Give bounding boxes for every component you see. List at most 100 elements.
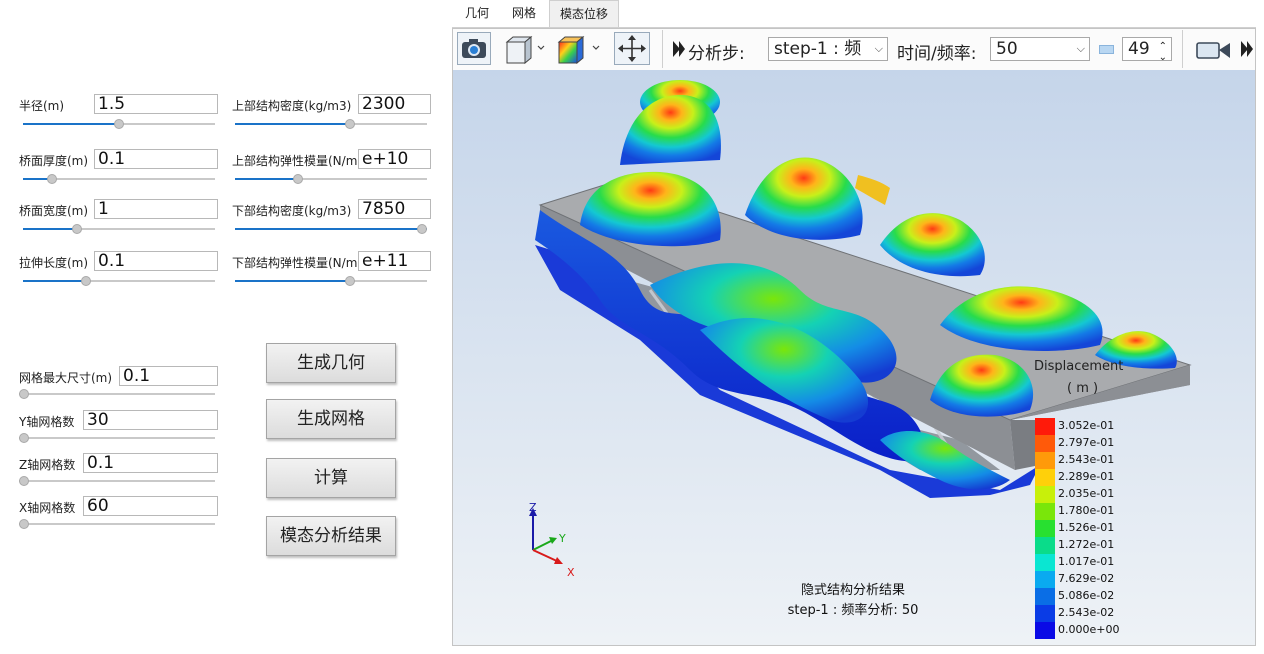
cube-view-icon[interactable] — [503, 34, 547, 65]
color-map-icon[interactable] — [556, 34, 602, 65]
param-label: 拉伸长度(m) — [19, 256, 89, 270]
param-slider[interactable] — [235, 275, 427, 287]
legend-value: 2.035e-01 — [1058, 487, 1115, 500]
param-input[interactable]: 0.1 — [119, 366, 218, 386]
time-frequency-select[interactable]: 50 ⌵ — [990, 37, 1090, 61]
legend-value: 1.780e-01 — [1058, 504, 1115, 517]
step-select[interactable]: step-1 : 频 ⌵ — [768, 37, 888, 61]
param-input[interactable]: 0.1 — [83, 453, 218, 473]
frame-spinbox[interactable]: 49 ⌃ ⌄ — [1122, 37, 1172, 61]
legend-swatch — [1035, 605, 1055, 622]
3d-viewport[interactable]: Z Y X 隐式结构分析结果 step-1 : 频率分析: 50 — [453, 70, 1255, 645]
slider-thumb[interactable] — [417, 224, 427, 234]
legend-swatch — [1035, 571, 1055, 588]
generate-mesh-button[interactable]: 生成网格 — [266, 399, 396, 439]
legend-value: 5.086e-02 — [1058, 589, 1115, 602]
slider-fill — [235, 178, 299, 180]
slider-track — [19, 480, 215, 482]
param-slider[interactable] — [23, 223, 215, 235]
legend-value: 2.797e-01 — [1058, 436, 1115, 449]
param-input[interactable]: 60 — [83, 496, 218, 516]
time-frequency-value: 50 — [996, 39, 1018, 59]
axis-x-label: X — [567, 566, 575, 579]
param-input[interactable]: 1 — [94, 199, 218, 219]
param-slider[interactable] — [23, 118, 215, 130]
param-label: X轴网格数 — [19, 501, 76, 515]
time-frequency-label: 时间/频率: — [897, 44, 977, 64]
frame-slider-handle[interactable] — [1099, 45, 1114, 54]
tab-mesh[interactable]: 网格 — [503, 0, 545, 27]
legend-swatch — [1035, 537, 1055, 554]
video-camera-icon[interactable] — [1196, 39, 1232, 61]
generate-geometry-button[interactable]: 生成几何 — [266, 343, 396, 383]
legend-swatch — [1035, 469, 1055, 486]
slider-track — [19, 437, 215, 439]
slider-thumb[interactable] — [71, 224, 82, 234]
param-label: 网格最大尺寸(m) — [19, 371, 113, 385]
param-input[interactable]: 2300 — [358, 94, 431, 114]
legend-unit: ( m ) — [1067, 381, 1099, 396]
slider-fill — [235, 228, 427, 230]
legend-value: 2.543e-02 — [1058, 606, 1115, 619]
slider-fill — [235, 123, 351, 125]
slider-fill — [23, 228, 77, 230]
step-label: 分析步: — [688, 44, 745, 64]
tab-geometry[interactable]: 几何 — [455, 0, 499, 27]
slider-thumb[interactable] — [19, 433, 29, 443]
legend-title: Displacement — [1034, 359, 1124, 374]
slider-fill — [23, 280, 87, 282]
pan-move-icon[interactable] — [614, 32, 650, 65]
param-slider[interactable] — [23, 275, 215, 287]
chevron-down-icon: ⌵ — [1076, 42, 1085, 55]
toolbar-overflow-icon[interactable] — [1240, 40, 1254, 58]
legend-value: 1.526e-01 — [1058, 521, 1115, 534]
toolbar-separator — [662, 30, 663, 68]
slider-thumb[interactable] — [81, 276, 92, 286]
param-slider[interactable] — [235, 223, 427, 235]
frame-spinbox-value: 49 — [1128, 39, 1150, 59]
step-select-value: step-1 : 频 — [774, 39, 862, 59]
param-label: 桥面厚度(m) — [19, 154, 89, 168]
slider-thumb[interactable] — [293, 174, 304, 184]
slider-thumb[interactable] — [19, 389, 29, 399]
slider-thumb[interactable] — [345, 119, 356, 129]
param-slider[interactable] — [19, 475, 215, 487]
compute-button[interactable]: 计算 — [266, 458, 396, 498]
camera-icon[interactable] — [457, 32, 491, 65]
slider-thumb[interactable] — [114, 119, 124, 129]
tab-modal-displacement[interactable]: 模态位移 — [549, 0, 619, 27]
slider-thumb[interactable] — [345, 276, 356, 286]
param-slider[interactable] — [19, 518, 215, 530]
legend-swatch — [1035, 452, 1055, 469]
param-input[interactable]: 7850 — [358, 199, 431, 219]
param-slider[interactable] — [19, 432, 215, 444]
param-input[interactable]: 1.5 — [94, 94, 218, 114]
param-slider[interactable] — [23, 173, 215, 185]
param-input[interactable]: 0.1 — [94, 149, 218, 169]
spin-down-icon[interactable]: ⌄ — [1159, 47, 1167, 60]
expand-arrow-icon[interactable] — [672, 40, 686, 58]
axis-y-label: Y — [559, 532, 566, 545]
param-input[interactable]: e+10 — [358, 149, 431, 169]
param-input[interactable]: 0.1 — [94, 251, 218, 271]
modal-result-button[interactable]: 模态分析结果 — [266, 516, 396, 556]
legend-value: 2.289e-01 — [1058, 470, 1115, 483]
param-input[interactable]: e+11 — [358, 251, 431, 271]
param-label: 上部结构弹性模量(N/m2) — [232, 154, 370, 168]
param-label: 桥面宽度(m) — [19, 204, 89, 218]
legend-swatch — [1035, 622, 1055, 639]
param-input[interactable]: 30 — [83, 410, 218, 430]
slider-thumb[interactable] — [19, 476, 29, 486]
legend-swatch — [1035, 503, 1055, 520]
result-caption-step: step-1 : 频率分析: 50 — [787, 603, 919, 618]
param-slider[interactable] — [235, 173, 427, 185]
param-slider[interactable] — [235, 118, 427, 130]
result-caption-title: 隐式结构分析结果 — [800, 583, 905, 598]
slider-thumb[interactable] — [46, 174, 57, 184]
slider-thumb[interactable] — [19, 519, 29, 529]
slider-fill — [23, 123, 119, 125]
param-label: Z轴网格数 — [19, 458, 76, 472]
legend-value: 7.629e-02 — [1058, 572, 1115, 585]
param-slider[interactable] — [19, 388, 215, 400]
param-label: 下部结构弹性模量(N/m2) — [232, 256, 370, 270]
